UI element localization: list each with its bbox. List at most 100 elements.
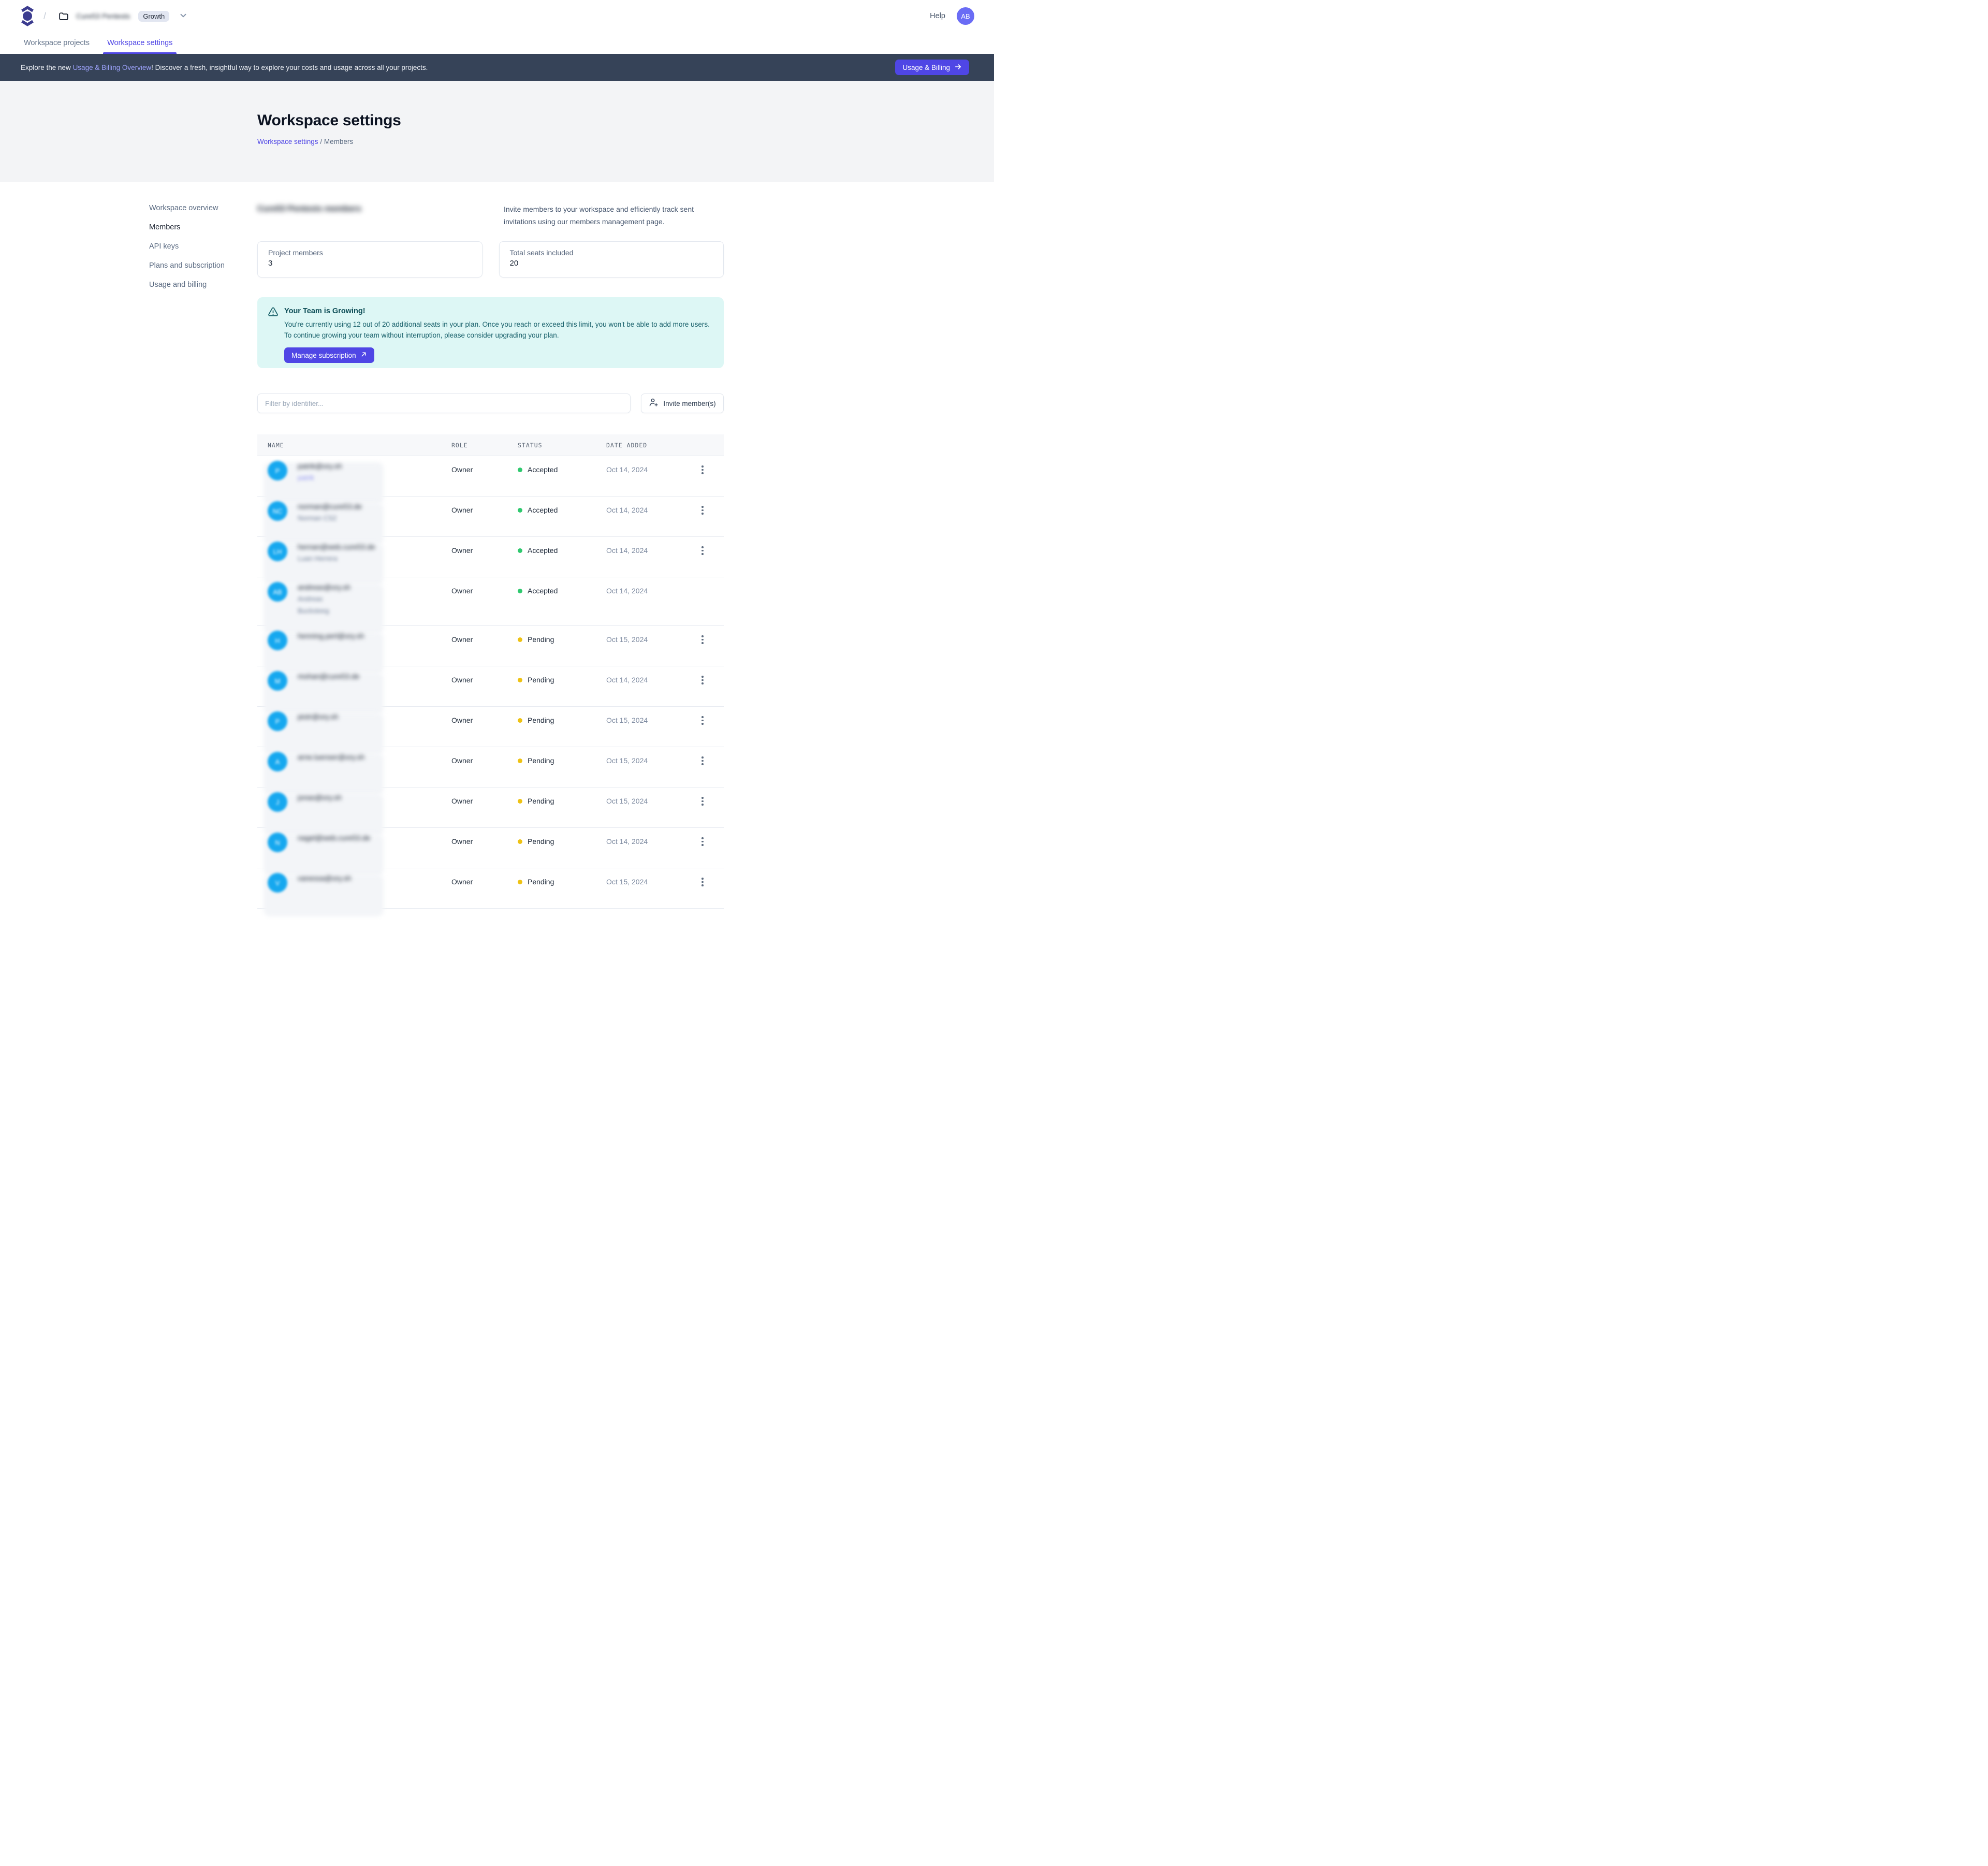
member-identity: arne.luenser@ory.sh [298,752,364,787]
status-dot-icon [518,468,522,472]
member-actions-cell [699,497,719,536]
user-avatar[interactable]: AB [957,7,974,25]
member-avatar: V [268,873,287,893]
table-row: Jjonas@ory.shOwnerPendingOct 15, 2024 [257,788,724,828]
sidebar-item-usage-billing[interactable]: Usage and billing [149,280,207,290]
help-link[interactable]: Help [930,12,945,20]
row-menu-button[interactable] [699,674,706,706]
member-email: norman@cure53.de [298,502,362,511]
sidebar-item-api-keys[interactable]: API keys [149,241,179,252]
member-role: Owner [451,497,518,536]
member-email: andreas@ory.sh [298,582,350,592]
member-identity: nagel@web.cure53.de [298,833,370,868]
member-rows: Ppatrik@ory.shpatrikOwnerAcceptedOct 14,… [257,456,724,909]
member-status: Accepted [518,577,606,625]
status-dot-icon [518,589,522,593]
member-name-cell: Mmohan@cure53.de [268,666,451,706]
members-toolbar: Invite member(s) [257,393,724,413]
external-link-icon [360,351,367,359]
member-email: piotr@ory.sh [298,712,339,721]
member-avatar: P [268,461,287,480]
member-status: Pending [518,788,606,827]
topbar-breadcrumb: / Cure53 Pentests Growth [21,6,188,26]
workspace-name[interactable]: Cure53 Pentests [76,12,130,20]
member-avatar: N [268,833,287,852]
workspace-tabs: Workspace projects Workspace settings [0,32,994,54]
member-email: mohan@cure53.de [298,672,359,681]
table-row: NCnorman@cure53.deNorman CS2OwnerAccepte… [257,497,724,537]
member-identity: henning.perl@ory.sh [298,631,364,666]
promo-text-before: Explore the new [21,64,73,71]
status-dot-icon [518,759,522,763]
sidebar-item-plans-subscription[interactable]: Plans and subscription [149,260,225,271]
member-status: Pending [518,666,606,706]
status-label: Pending [528,756,554,765]
filter-input[interactable] [257,393,631,413]
member-username: patrik [298,473,342,483]
tab-workspace-projects[interactable]: Workspace projects [21,32,93,54]
member-actions-cell [699,788,719,827]
app-logo-icon[interactable] [21,6,34,26]
table-row: Aarne.luenser@ory.shOwnerPendingOct 15, … [257,747,724,788]
row-menu-button[interactable] [699,504,706,536]
page-header: Workspace settings Workspace settings / … [0,81,994,182]
row-menu-button[interactable] [699,795,706,827]
invite-members-label: Invite member(s) [663,400,715,407]
page-title: Workspace settings [257,112,994,129]
member-status: Pending [518,626,606,666]
row-menu-button[interactable] [699,463,706,496]
table-row: Nnagel@web.cure53.deOwnerPendingOct 14, … [257,828,724,868]
member-actions-cell [699,577,713,625]
member-name-cell: Nnagel@web.cure53.de [268,828,451,868]
table-header: NAME ROLE STATUS DATE ADDED [257,434,724,456]
row-menu-button[interactable] [699,714,706,747]
status-label: Pending [528,837,554,845]
breadcrumb-workspace-settings-link[interactable]: Workspace settings [257,138,318,145]
row-menu-button[interactable] [699,544,706,577]
manage-subscription-label: Manage subscription [291,352,356,359]
column-header-name: NAME [268,442,451,449]
manage-subscription-button[interactable]: Manage subscription [284,347,374,363]
status-label: Pending [528,878,554,886]
invite-members-button[interactable]: Invite member(s) [641,393,724,413]
member-username: Bucksteeg [298,606,350,616]
status-label: Accepted [528,587,558,595]
member-username: Norman CS2 [298,514,362,523]
status-dot-icon [518,718,522,723]
member-avatar: P [268,711,287,731]
breadcrumb-current: Members [324,138,353,145]
member-status: Pending [518,747,606,787]
topbar: / Cure53 Pentests Growth Help AB [0,0,994,32]
member-date-added: Oct 14, 2024 [606,497,699,536]
sidebar-item-workspace-overview[interactable]: Workspace overview [149,203,218,214]
sidebar-item-members[interactable]: Members [149,222,180,233]
row-menu-button[interactable] [699,835,706,868]
row-menu-button[interactable] [699,754,706,787]
breadcrumb-separator: / [320,138,324,145]
row-menu-button[interactable] [699,876,706,908]
members-main: Cure53 Pentests members Invite members t… [257,203,724,909]
usage-billing-button[interactable]: Usage & Billing [895,60,969,75]
status-label: Accepted [528,465,558,474]
member-status: Accepted [518,537,606,577]
member-email: hernan@web.cure53.de [298,542,375,551]
member-date-added: Oct 14, 2024 [606,456,699,496]
member-identity: jonas@ory.sh [298,793,342,827]
workspace-switcher-button[interactable] [179,11,188,22]
row-menu-button[interactable] [699,633,706,666]
member-actions-cell [699,747,719,787]
member-stats: Project members 3 Total seats included 2… [257,241,724,278]
member-actions-cell [699,828,719,868]
usage-billing-overview-link[interactable]: Usage & Billing Overview [73,64,152,71]
status-label: Accepted [528,506,558,514]
member-avatar: J [268,792,287,812]
tab-workspace-settings[interactable]: Workspace settings [104,32,176,54]
chevron-down-icon [179,11,188,22]
members-description: Invite members to your workspace and eff… [504,203,716,236]
column-header-status: STATUS [518,442,606,449]
warning-icon [267,306,279,320]
topbar-actions: Help AB [930,7,974,25]
member-email: patrik@ory.sh [298,461,342,471]
member-name-cell: Ppatrik@ory.sh patrik [268,456,451,496]
status-label: Pending [528,635,554,644]
